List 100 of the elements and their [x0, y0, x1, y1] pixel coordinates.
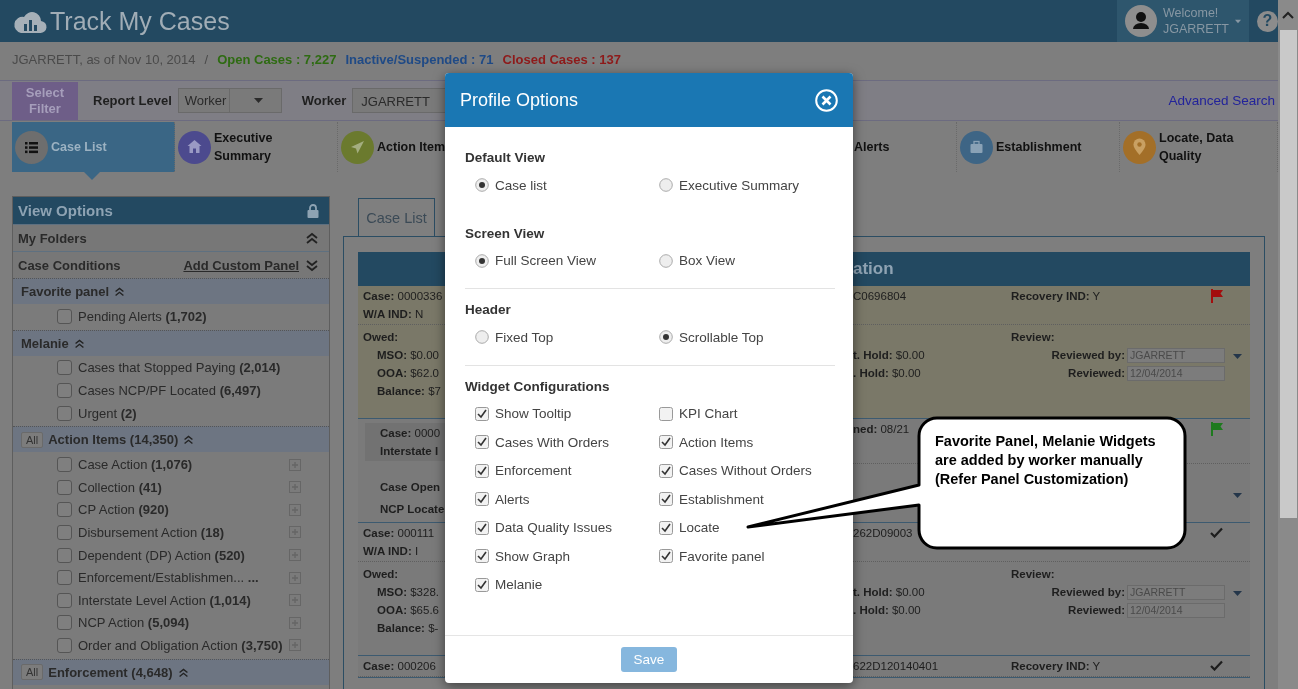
folder-title: My Folders: [18, 230, 88, 246]
briefcase-icon: [960, 130, 993, 164]
table-heading: ation: [853, 259, 895, 279]
case-list-tab[interactable]: Case List: [358, 198, 435, 236]
checkbox[interactable]: [57, 457, 72, 473]
checkbox[interactable]: [659, 492, 673, 507]
user-menu-button[interactable]: Welcome! JGARRETT: [1117, 0, 1249, 42]
scrollbar-thumb[interactable]: [1279, 30, 1297, 518]
checkbox[interactable]: [57, 615, 72, 631]
checkbox[interactable]: [57, 479, 72, 495]
case-field-text: . Hold: $0.00: [853, 366, 922, 381]
double-chevron-up-icon[interactable]: [305, 231, 319, 245]
case-field-text: Recovery IND: Y: [1011, 289, 1102, 304]
checkbox[interactable]: [57, 592, 72, 608]
option-label: Alerts: [495, 491, 530, 507]
option-label: Locate: [679, 520, 720, 536]
caret-icon: [1233, 493, 1242, 498]
case-field-text: Case: 000111: [363, 526, 436, 541]
save-button[interactable]: Save: [620, 647, 678, 672]
panel-title: View Options: [18, 202, 113, 219]
filter-item-label: CP Action (920): [78, 502, 170, 518]
checkbox[interactable]: [57, 524, 72, 540]
nav-tab[interactable]: Establishment: [957, 122, 1120, 173]
nav-tab[interactable]: Executive Summary: [175, 122, 338, 173]
case-field-text: 622D120140401: [853, 659, 940, 674]
double-chevron-down-icon[interactable]: [305, 258, 319, 272]
checkbox[interactable]: [57, 637, 72, 653]
checkbox[interactable]: [57, 308, 72, 324]
double-chevron-up-icon[interactable]: [183, 434, 195, 446]
review-title: Review:: [1011, 567, 1056, 582]
checkbox[interactable]: [475, 520, 489, 535]
case-field-text: W/A IND: N: [363, 307, 425, 322]
group-title: Action Items (14,350): [48, 432, 179, 448]
scroll-up-icon[interactable]: [1282, 11, 1294, 19]
checkbox[interactable]: [57, 570, 72, 586]
list-icon: [15, 130, 48, 164]
double-chevron-up-icon[interactable]: [177, 666, 189, 678]
checkbox[interactable]: [475, 463, 489, 478]
radio-button[interactable]: [659, 178, 673, 193]
filter-item-label: Interstate Level Action (1,014): [78, 592, 252, 608]
radio-button[interactable]: [659, 253, 673, 268]
radio-button[interactable]: [475, 330, 489, 345]
checkbox[interactable]: [659, 520, 673, 535]
checkbox[interactable]: [57, 502, 72, 518]
section-title: Header: [465, 301, 512, 319]
checkbox[interactable]: [475, 549, 489, 564]
option-label: Enforcement: [495, 463, 572, 479]
checkbox[interactable]: [475, 406, 489, 421]
case-field-text: . Hold: $0.00: [853, 603, 922, 618]
scrollbar[interactable]: [1278, 0, 1298, 689]
map-pin-icon: [1123, 130, 1156, 164]
checkbox[interactable]: [57, 405, 72, 421]
filter-item-label: Case Action (1,076): [78, 457, 194, 473]
nav-tab[interactable]: Case List: [12, 122, 175, 173]
all-button[interactable]: All: [21, 431, 44, 448]
radio-button[interactable]: [475, 178, 489, 193]
case-field-text: Balance: $-: [376, 621, 440, 636]
case-field-text: Interstate I: [380, 444, 440, 459]
checkbox[interactable]: [659, 463, 673, 478]
checkbox[interactable]: [57, 383, 72, 398]
checkbox[interactable]: [659, 406, 673, 421]
option-label: Cases Without Orders: [679, 463, 812, 479]
advanced-search-link[interactable]: Advanced Search: [1168, 93, 1275, 109]
select-filter-button[interactable]: Select Filter: [12, 81, 78, 120]
checkbox[interactable]: [659, 435, 673, 450]
checkbox[interactable]: [475, 435, 489, 450]
section-title: Default View: [465, 149, 547, 167]
filter-item-label: Urgent (2): [78, 405, 138, 421]
check-icon: [1210, 527, 1223, 538]
case-field-text: t. Hold: $0.00: [853, 348, 926, 363]
checkbox[interactable]: [57, 547, 72, 563]
close-icon[interactable]: [815, 88, 838, 112]
option-label: Case list: [495, 177, 547, 193]
paper-plane-icon: [341, 130, 374, 164]
radio-button[interactable]: [475, 253, 489, 268]
filter-item-label: NCP Action (5,094): [78, 615, 191, 631]
checkbox[interactable]: [475, 492, 489, 507]
option-label: Establishment: [679, 491, 764, 507]
filter-item-label: Cases NCP/PF Located (6,497): [78, 383, 262, 398]
double-chevron-up-icon[interactable]: [73, 337, 85, 349]
case-field-text: Owed:: [363, 567, 400, 582]
all-button[interactable]: All: [21, 664, 44, 681]
case-field-text: NCP Locate: [380, 502, 445, 517]
add-custom-panel-link[interactable]: Add Custom Panel: [183, 257, 299, 273]
filter-item-label: Cases that Stopped Paying (2,014): [78, 360, 282, 376]
option-label: Favorite panel: [679, 548, 765, 564]
filter-item-label: Order and Obligation Action (3,750): [78, 637, 283, 653]
nav-tab[interactable]: Locate, Data Quality: [1120, 122, 1278, 173]
callout-text: Favorite Panel, Melanie Widgets are added by worker manually (Refer Panel Customization): [935, 432, 1157, 489]
option-label: Data Quality Issues: [495, 520, 613, 536]
radio-button[interactable]: [659, 330, 673, 345]
checkbox[interactable]: [659, 549, 673, 564]
double-chevron-up-icon[interactable]: [114, 286, 126, 297]
option-label: Cases With Orders: [495, 434, 610, 450]
checkbox[interactable]: [475, 577, 489, 592]
case-field-text: Case: 000206: [363, 659, 437, 674]
checkbox[interactable]: [57, 360, 72, 376]
report-level-label: Report Level: [93, 93, 172, 109]
report-level-dropdown[interactable]: Worker: [177, 88, 282, 114]
help-button[interactable]: ?: [1257, 10, 1278, 32]
